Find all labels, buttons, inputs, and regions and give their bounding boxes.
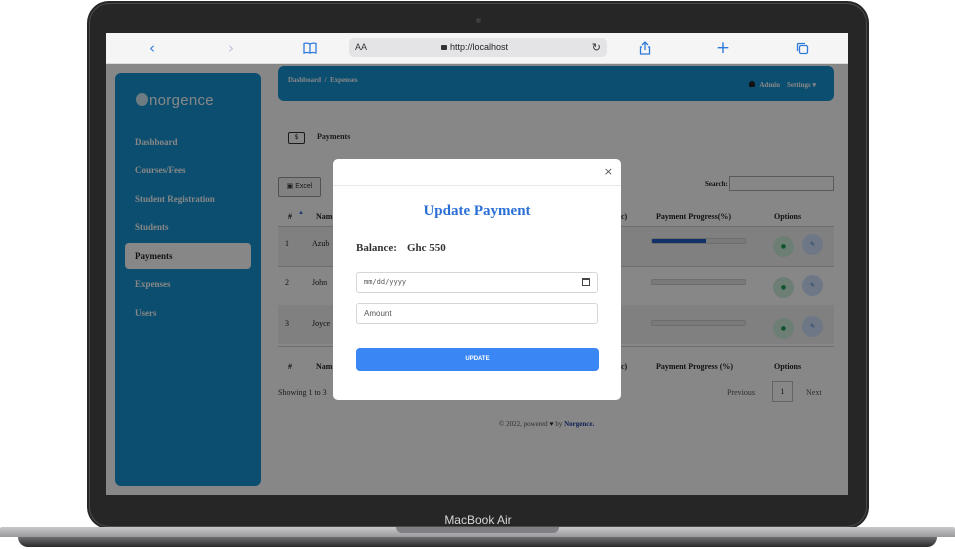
trackpad-notch (396, 527, 559, 533)
modal-header-divider (333, 185, 621, 186)
camera-icon (476, 18, 481, 23)
laptop-chin: MacBook Air (90, 510, 866, 528)
browser-toolbar: ‹ › AA http://localhost ↻ + (106, 33, 848, 64)
new-tab-icon[interactable]: + (715, 39, 731, 57)
url-text: http://localhost (450, 42, 509, 52)
balance-line: Balance: Ghc 550 (356, 242, 446, 254)
lock-icon (441, 45, 447, 50)
laptop-base (0, 527, 955, 549)
date-placeholder: mm/dd/yyyy (364, 278, 407, 286)
screen: ‹ › AA http://localhost ↻ + norgence Das… (106, 33, 848, 495)
balance-label: Balance: (356, 242, 397, 254)
modal-title: Update Payment (423, 203, 531, 219)
date-field[interactable]: mm/dd/yyyy (356, 272, 598, 293)
base-bottom (18, 537, 937, 547)
reload-icon[interactable]: ↻ (592, 38, 601, 57)
back-icon[interactable]: ‹ (145, 39, 159, 57)
balance-value: Ghc 550 (406, 242, 446, 254)
tabs-icon[interactable] (794, 39, 810, 57)
share-icon[interactable] (637, 39, 653, 57)
bookmarks-icon[interactable] (302, 39, 318, 57)
update-button[interactable]: UPDATE (356, 348, 599, 371)
amount-field[interactable]: Amount (356, 303, 598, 324)
web-page: norgence Dashboard Courses/Fees Student … (106, 64, 848, 495)
amount-placeholder: Amount (364, 309, 392, 318)
url-text-wrap: http://localhost (441, 38, 508, 57)
forward-icon[interactable]: › (224, 39, 238, 57)
calendar-icon[interactable] (582, 278, 590, 286)
text-size-button[interactable]: AA (355, 38, 367, 57)
close-icon[interactable]: × (604, 165, 613, 178)
update-payment-modal: × Update Payment Balance: Ghc 550 mm/dd/y… (333, 159, 621, 400)
address-bar[interactable]: AA http://localhost ↻ (349, 38, 607, 57)
